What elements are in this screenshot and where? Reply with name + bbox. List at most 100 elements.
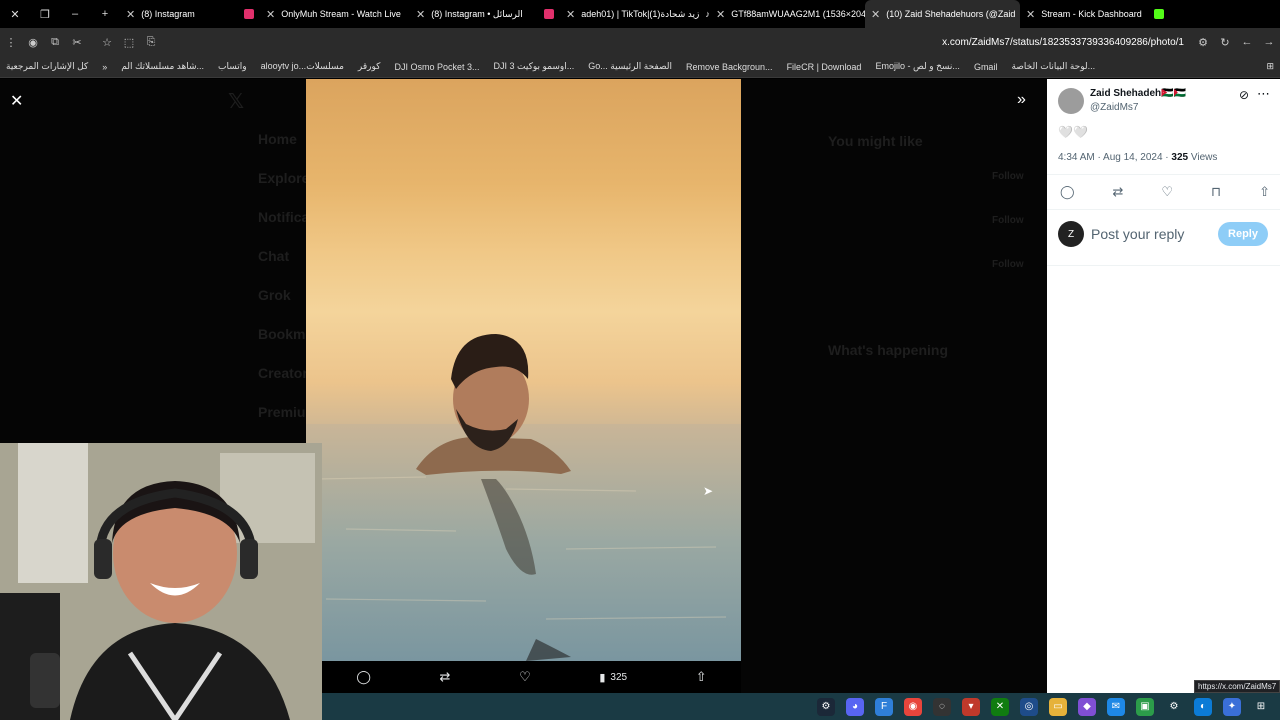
bookmark-item[interactable]: Emojilo - نسخ و لص... xyxy=(875,61,960,72)
browser-tab-4[interactable]: ✕ GTf88amWUAAG2M1 (1536×2048) xyxy=(710,0,865,28)
divider xyxy=(1047,209,1280,210)
obs-icon[interactable]: ◌ xyxy=(933,697,951,716)
app-icon[interactable]: ▾ xyxy=(962,697,980,716)
close-tab-icon[interactable]: ✕ xyxy=(416,8,425,21)
back-icon[interactable]: ← xyxy=(1236,36,1258,48)
bookmark-star-icon[interactable]: ☆ xyxy=(96,36,118,49)
translate-icon[interactable]: ⎘ xyxy=(140,36,162,49)
menu-icon[interactable]: ⋮ xyxy=(0,36,22,49)
collapse-panel-icon[interactable]: » xyxy=(1017,91,1026,109)
browser-tab-5[interactable]: ✕ (10) Zaid Shehadehuors (@Zaid 𝕏 xyxy=(865,0,1020,28)
tweet-time[interactable]: 4:34 AM · Aug 14, 2024 · xyxy=(1058,152,1171,163)
you-might-like-heading: You might like xyxy=(828,133,923,149)
tweet-detail-panel: Zaid Shehadeh🇯🇴🇵🇸 @ZaidMs7 ⊘ ⋯ 🤍🤍 4:34 A… xyxy=(1047,79,1280,693)
bookmark-item[interactable]: كل الإشارات المرجعية xyxy=(6,61,88,72)
app-icon[interactable]: ◎ xyxy=(1020,697,1038,716)
browser-tab-6[interactable]: ✕ Stream - Kick Dashboard xyxy=(1020,0,1170,28)
chrome-icon[interactable]: ◉ xyxy=(904,697,922,716)
bookmark-item[interactable]: DJI اوسمو بوكيت 3... xyxy=(493,61,574,72)
site-settings-icon[interactable]: ⚙ xyxy=(1192,36,1214,49)
close-tab-icon[interactable]: ✕ xyxy=(266,8,275,21)
reply-icon[interactable]: ◯ xyxy=(356,669,371,685)
extensions-icon[interactable]: ⧉ xyxy=(44,36,66,49)
bookmark-item[interactable]: DJI Osmo Pocket 3... xyxy=(394,62,479,72)
avatar[interactable] xyxy=(1058,88,1084,114)
extension-icon[interactable]: ✂ xyxy=(66,36,88,49)
edge-icon[interactable]: ◐ xyxy=(1194,697,1212,716)
reload-icon[interactable]: ↻ xyxy=(1214,36,1236,49)
browser-tab-0[interactable]: ✕ (8) Instagram xyxy=(120,0,260,28)
close-icon[interactable]: ✕ xyxy=(10,91,23,111)
settings-icon[interactable]: ⚙ xyxy=(1165,698,1183,716)
window-close-icon[interactable]: ✕ xyxy=(0,0,30,28)
bookmark-item[interactable]: Gmail xyxy=(974,62,998,72)
window-minimize-icon[interactable]: – xyxy=(60,0,90,28)
profile-icon[interactable]: ◉ xyxy=(22,36,44,49)
close-tab-icon[interactable]: ✕ xyxy=(871,8,880,21)
photo-action-bar: ◯ ⇄ ♡ ▮ 325 ⇧ xyxy=(322,661,741,693)
tweet-text: 🤍🤍 xyxy=(1058,125,1088,139)
discord-icon[interactable]: ◕ xyxy=(846,697,864,716)
windows-start-icon[interactable]: ⊞ xyxy=(1252,698,1270,716)
close-tab-icon[interactable]: ✕ xyxy=(1026,8,1035,21)
tab-title: adeh01) | TikTok|(1)زيد شحادة xyxy=(581,8,700,19)
app-icon[interactable]: F xyxy=(875,697,893,716)
window-restore-icon[interactable]: ❐ xyxy=(30,0,60,28)
app-icon[interactable]: ◆ xyxy=(1078,697,1096,716)
divider xyxy=(1047,174,1280,175)
handle[interactable]: @ZaidMs7 xyxy=(1090,102,1139,113)
like-icon[interactable]: ♡ xyxy=(519,669,531,685)
tweet-photo[interactable]: ➤ xyxy=(306,79,741,661)
copilot-icon[interactable]: ✦ xyxy=(1223,697,1241,716)
browser-tab-1[interactable]: ✕ OnlyMuh Stream - Watch Live xyxy=(260,0,410,28)
retweet-icon[interactable]: ⇄ xyxy=(1113,184,1124,200)
browser-tab-2[interactable]: ✕ (8) Instagram • الرسائل xyxy=(410,0,560,28)
user-avatar: Z xyxy=(1058,221,1084,247)
status-url-tooltip: https://x.com/ZaidMs7 xyxy=(1194,680,1280,693)
bookmark-item[interactable]: لوحة البيانات الخاصة... xyxy=(1011,61,1095,72)
retweet-icon[interactable]: ⇄ xyxy=(440,669,451,685)
reply-icon[interactable]: ◯ xyxy=(1060,184,1075,200)
forward-icon[interactable]: → xyxy=(1258,36,1280,48)
like-icon[interactable]: ♡ xyxy=(1161,184,1173,200)
views-button[interactable]: ▮ 325 xyxy=(599,671,627,684)
bookmark-item[interactable]: alooytv jo...مسلسلات xyxy=(261,61,344,72)
share-icon[interactable]: ⇧ xyxy=(1259,184,1270,200)
new-tab-icon[interactable]: + xyxy=(90,0,120,28)
browser-tab-3[interactable]: ✕ adeh01) | TikTok|(1)زيد شحادة ♪ xyxy=(560,0,710,28)
bookmark-item[interactable]: Remove Backgroun... xyxy=(686,62,773,72)
reply-button[interactable]: Reply xyxy=(1218,222,1268,246)
display-name[interactable]: Zaid Shehadeh🇯🇴🇵🇸 xyxy=(1090,88,1186,99)
nav-grok: Grok xyxy=(258,287,291,303)
url-field[interactable]: x.com/ZaidMs7/status/1823533739336409286… xyxy=(162,37,1192,48)
grok-icon[interactable]: ⊘ xyxy=(1239,88,1249,102)
store-icon[interactable]: ▣ xyxy=(1136,697,1154,716)
bookmark-item[interactable]: FileCR | Download xyxy=(787,62,862,72)
analytics-icon: ▮ xyxy=(599,671,606,684)
grid-menu-icon[interactable]: ⊞ xyxy=(1266,61,1274,72)
bookmark-item[interactable]: Go... الصفحة الرئيسية xyxy=(588,61,672,72)
more-options-icon[interactable]: ⋯ xyxy=(1257,86,1270,102)
bookmark-icon[interactable]: ⊓ xyxy=(1211,184,1221,200)
tweet-actions: ◯ ⇄ ♡ ⊓ ⇧ xyxy=(1060,184,1270,200)
xbox-icon[interactable]: ✕ xyxy=(991,697,1009,716)
instagram-icon xyxy=(244,9,254,19)
reply-input[interactable]: Post your reply xyxy=(1091,226,1184,242)
bookmark-item[interactable]: شاهد مسلسلاتك الم... xyxy=(121,61,204,72)
share-icon[interactable]: ⇧ xyxy=(696,669,707,685)
nav-explore: Explore xyxy=(258,170,310,186)
screenshot-icon[interactable]: ⬚ xyxy=(118,36,140,49)
address-bar: ⋮ ◉ ⧉ ✂ ☆ ⬚ ⎘ x.com/ZaidMs7/status/18235… xyxy=(0,28,1280,56)
steam-icon[interactable]: ⚙ xyxy=(817,697,835,716)
close-tab-icon[interactable]: ✕ xyxy=(126,8,135,21)
bookmark-item[interactable]: كورقر xyxy=(358,61,381,72)
instagram-icon xyxy=(544,9,554,19)
file-explorer-icon[interactable]: ▭ xyxy=(1049,697,1067,716)
tab-title: (8) Instagram • الرسائل xyxy=(431,8,523,19)
chevron-more-icon[interactable]: » xyxy=(102,62,107,72)
close-tab-icon[interactable]: ✕ xyxy=(566,8,575,21)
bookmark-item[interactable]: واتساب xyxy=(218,61,247,72)
close-tab-icon[interactable]: ✕ xyxy=(716,8,725,21)
mail-icon[interactable]: ✉ xyxy=(1107,697,1125,716)
follow-button: Follow xyxy=(992,259,1024,270)
